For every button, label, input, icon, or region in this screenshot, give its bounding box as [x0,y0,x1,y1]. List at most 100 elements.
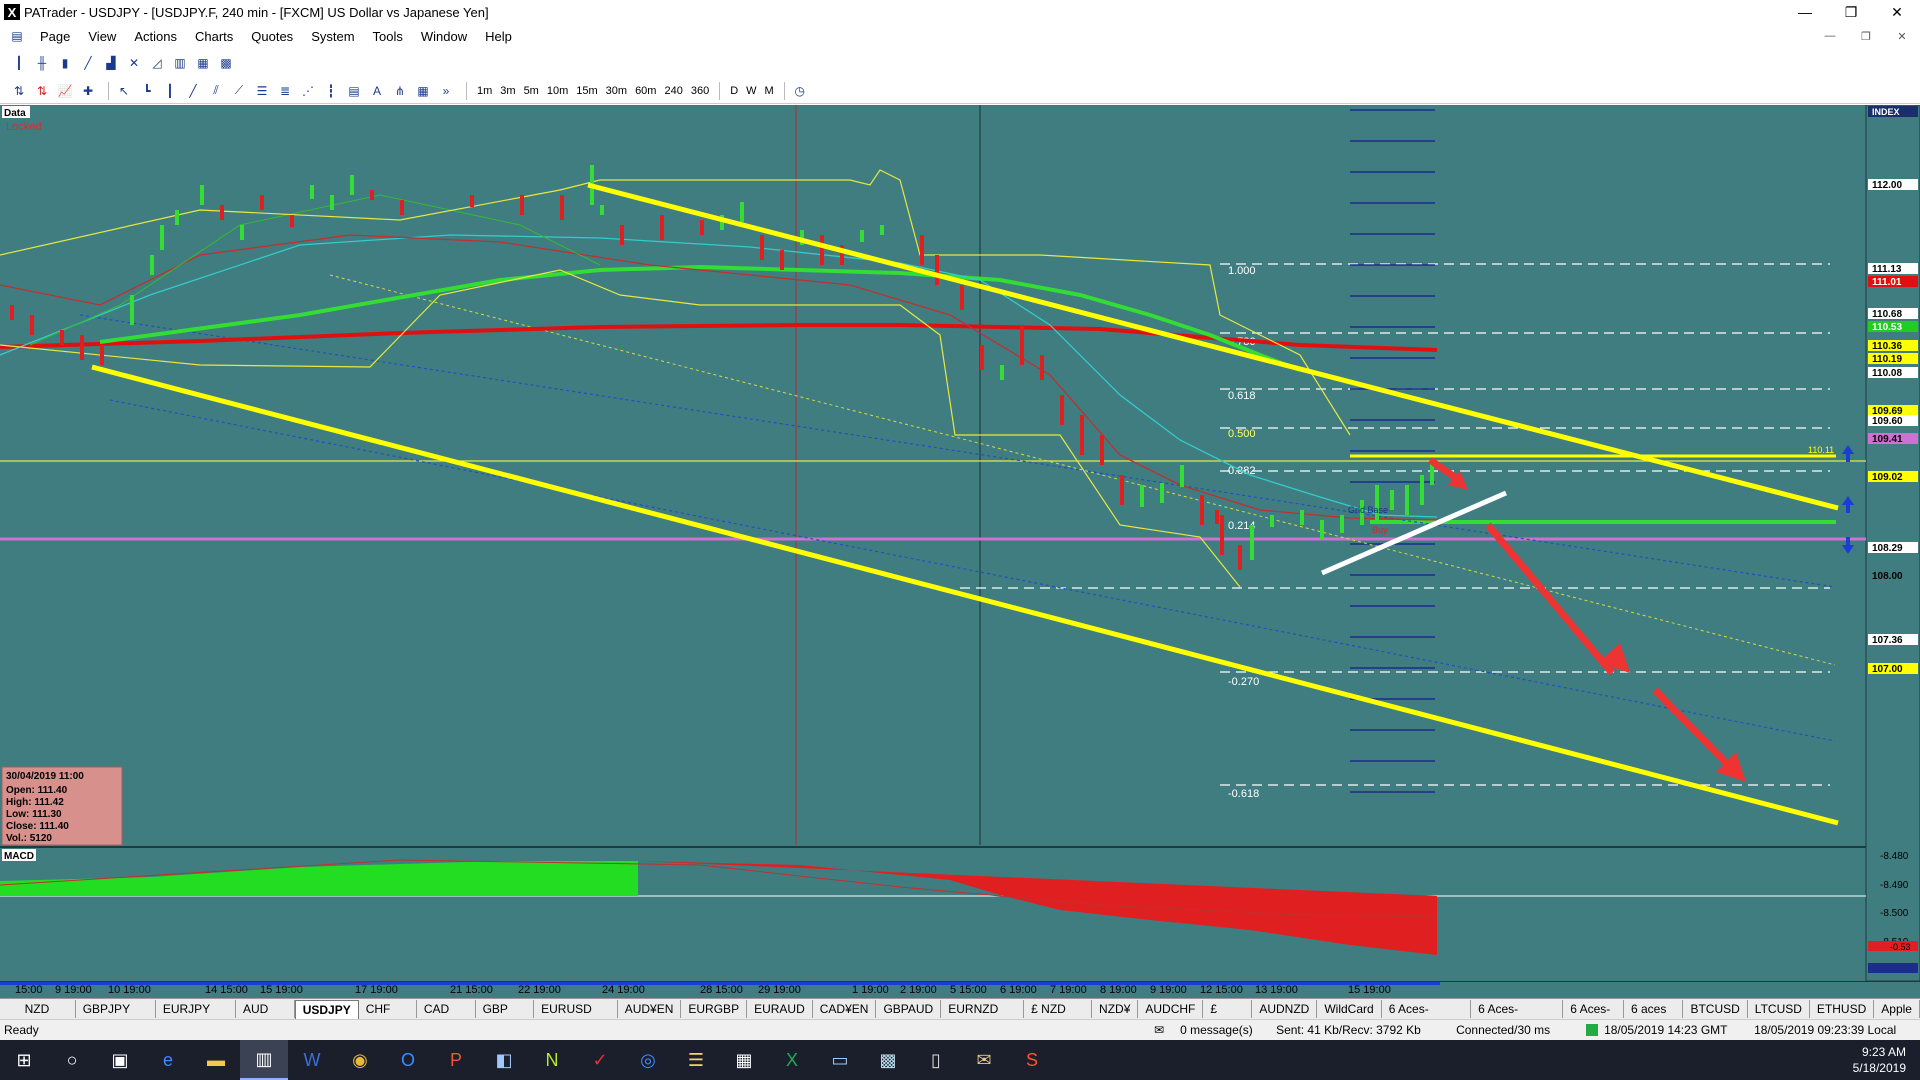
timeframe-d[interactable]: D [726,85,742,97]
pitchfork-icon[interactable]: ⋔ [391,82,409,100]
symbol-tab[interactable]: 6 aces 2 [1624,1000,1684,1034]
close-button[interactable]: ✕ [1874,0,1920,24]
excel-icon[interactable]: X [768,1040,816,1080]
document-icon[interactable]: ▯ [912,1040,960,1080]
scroll-icon[interactable]: ✉ [960,1040,1008,1080]
symbol-tab[interactable]: BTCUSD [1683,1000,1748,1018]
word-icon[interactable]: W [288,1040,336,1080]
symbol-tab[interactable]: EURJPY RF [156,1000,236,1034]
more-tools-icon[interactable]: » [437,82,455,100]
symbol-tab[interactable]: GBPJPY RF [76,1000,156,1034]
symbol-tab[interactable]: CAD¥EN [813,1000,877,1018]
status-messages[interactable]: 0 message(s) [1180,1023,1276,1037]
menu-actions[interactable]: Actions [125,29,186,44]
timeframe-3m[interactable]: 3m [496,85,519,97]
step-chart-icon[interactable]: ▟ [102,54,120,72]
patrader-taskbar-icon[interactable]: ▥ [240,1040,288,1080]
candlesticks[interactable] [10,165,1434,570]
symbol-tab[interactable]: EURUSD RF [534,1000,618,1034]
menu-help[interactable]: Help [476,29,521,44]
symbol-tab[interactable]: 6 Aces-4 [1563,1000,1624,1034]
grid-icon[interactable]: ▦ [414,82,432,100]
powerpoint-icon[interactable]: P [432,1040,480,1080]
vertical-line-icon[interactable]: ┃ [161,82,179,100]
timeframe-w[interactable]: W [742,85,760,97]
edge-browser-icon[interactable]: e [144,1040,192,1080]
timeframe-1m[interactable]: 1m [473,85,496,97]
file-explorer-icon[interactable]: ▬ [192,1040,240,1080]
outlook-icon[interactable]: O [384,1040,432,1080]
menu-view[interactable]: View [79,29,125,44]
heikin-chart-icon[interactable]: ▥ [171,54,189,72]
gann-icon[interactable]: ⋰ [299,82,317,100]
timeframe-5m[interactable]: 5m [520,85,543,97]
cursor-icon[interactable]: ↖ [115,82,133,100]
symbol-tab[interactable]: Apple [1874,1000,1920,1018]
channel-icon[interactable]: ⫽ [207,82,225,100]
symbol-tab[interactable]: AUD RF [236,1000,295,1034]
symbol-tab[interactable]: AUDCHF [1138,1000,1204,1018]
symbol-tab[interactable]: NZD RF [18,1000,76,1034]
symbol-tab[interactable]: LTCUSD [1748,1000,1810,1018]
menu-charts[interactable]: Charts [186,29,242,44]
onenote-icon[interactable]: ☰ [672,1040,720,1080]
menu-tools[interactable]: Tools [364,29,412,44]
timeframe-360[interactable]: 360 [687,85,713,97]
symbol-tab[interactable]: GBPAUD [876,1000,942,1018]
bar-chart-icon[interactable]: ┃ [10,54,28,72]
system-clock[interactable]: 9:23 AM 5/18/2019 [1853,1044,1906,1076]
symbol-tab[interactable]: EURAUD [747,1000,813,1018]
point-figure-icon[interactable]: ✕ [125,54,143,72]
symbol-tab[interactable]: CAD RF [417,1000,476,1034]
mail-icon[interactable]: ✉ [1154,1023,1164,1037]
fib-icon[interactable]: ☰ [253,82,271,100]
volume-icon[interactable]: ▩ [217,54,235,72]
screenshot-icon[interactable]: ▩ [864,1040,912,1080]
remote-desktop-icon[interactable]: ▭ [816,1040,864,1080]
symbol-tab[interactable]: £ NZD RF [1024,1000,1093,1034]
menu-page[interactable]: Page [31,29,79,44]
search-icon[interactable]: ○ [48,1040,96,1080]
cycle-icon[interactable]: ┇ [322,82,340,100]
symbol-tab[interactable]: NZD¥ [1092,1000,1139,1018]
macd-histogram[interactable] [0,861,1437,955]
ninjatrader-icon[interactable]: N [528,1040,576,1080]
text-icon[interactable]: A [368,82,386,100]
timeframe-240[interactable]: 240 [660,85,686,97]
line-chart-icon[interactable]: ╱ [79,54,97,72]
price-chart[interactable]: INDEX Data Locked 1.000 0.786 0.618 0.50… [0,105,1920,981]
timeframe-60m[interactable]: 60m [631,85,660,97]
symbol-tab[interactable]: 6 Aces-Exotics [1471,1000,1564,1034]
snagit-icon[interactable]: S [1008,1040,1056,1080]
timeframe-30m[interactable]: 30m [602,85,631,97]
symbol-tab[interactable]: EURGBP [681,1000,748,1018]
histogram-icon[interactable]: ▦ [194,54,212,72]
timeframe-m[interactable]: M [761,85,778,97]
calculator-icon[interactable]: ▦ [720,1040,768,1080]
fib-extension-icon[interactable]: ≣ [276,82,294,100]
symbol-tab[interactable]: GBP RF [476,1000,535,1034]
trade-icon[interactable]: ⇅ [33,82,51,100]
menu-system[interactable]: System [302,29,363,44]
symbol-tab[interactable]: ETHUSD [1810,1000,1875,1018]
maximize-button[interactable]: ❐ [1828,0,1874,24]
fan-icon[interactable]: ⟋ [230,82,248,100]
windows-start-icon[interactable]: ⊞ [0,1040,48,1080]
task-view-icon[interactable]: ▣ [96,1040,144,1080]
mdi-close-button[interactable]: ✕ [1884,24,1920,48]
indicator-icon[interactable]: 📈 [56,82,74,100]
area-chart-icon[interactable]: ◿ [148,54,166,72]
menu-window[interactable]: Window [412,29,476,44]
symbol-tab[interactable]: £ CHF [1203,1000,1253,1034]
buy-sell-icon[interactable]: ⇅ [10,82,28,100]
levels-icon[interactable]: ▤ [345,82,363,100]
timeframe-15m[interactable]: 15m [572,85,601,97]
symbol-tab[interactable]: 6 Aces-Majors [1382,1000,1472,1034]
mdi-restore-button[interactable]: ❐ [1848,24,1884,48]
symbol-tab[interactable]: EURNZD RF [941,1000,1025,1034]
ohlc-chart-icon[interactable]: ╫ [33,54,51,72]
notes-icon[interactable]: ◧ [480,1040,528,1080]
chart-canvas[interactable]: INDEX Data Locked 1.000 0.786 0.618 0.50… [0,105,1920,981]
menu-quotes[interactable]: Quotes [242,29,302,44]
symbol-tab[interactable]: AUDNZD [1252,1000,1318,1018]
